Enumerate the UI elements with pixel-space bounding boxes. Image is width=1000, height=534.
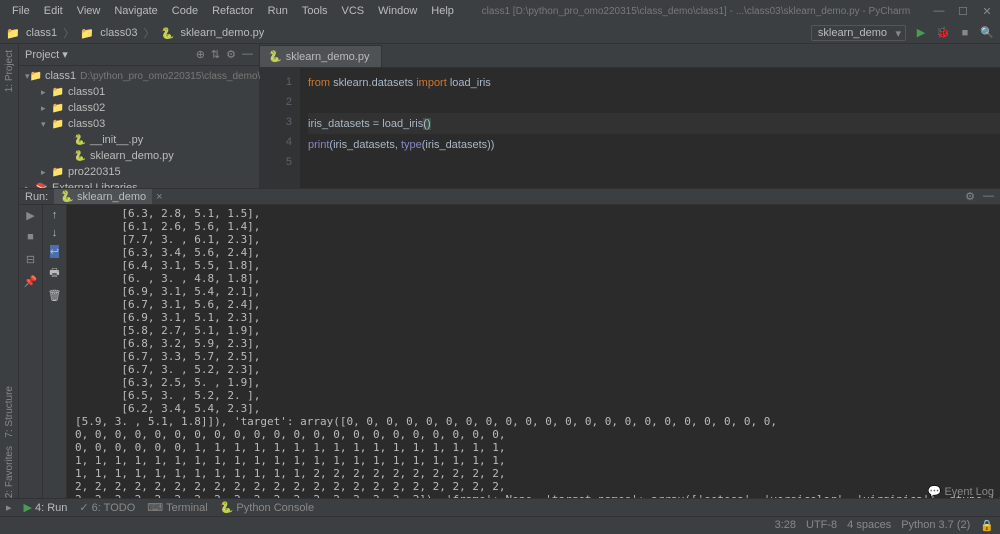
run-config-name: sklearn_demo [818,27,887,39]
close-run-tab-icon[interactable]: × [156,191,162,203]
folder-icon: 📁 [51,165,65,179]
tree-file[interactable]: 🐍 __init__.py [19,132,259,148]
menu-run[interactable]: Run [262,3,294,19]
folder-icon: 📁 [80,27,92,39]
run-config-dropdown[interactable]: sklearn_demo [811,25,906,41]
menu-edit[interactable]: Edit [38,3,69,19]
btab-run[interactable]: ▶4: Run [24,501,68,514]
rail-favorites[interactable]: 2: Favorites [4,446,15,498]
chevron-right-icon: ▸ [41,167,51,178]
editor-tabs: 🐍 sklearn_demo.py [260,44,1000,68]
expand-icon[interactable]: ▸ [6,501,12,514]
rail-structure[interactable]: 7: Structure [4,386,15,438]
tree-folder[interactable]: ▸ 📁 class02 [19,100,259,116]
crumb-project[interactable]: class1 [26,27,57,39]
stop-icon[interactable]: ■ [23,231,39,247]
chevron-right-icon: ▸ [41,87,51,98]
python-file-icon: 🐍 [73,149,87,163]
down-icon[interactable]: ↓ [52,227,58,239]
folder-icon: 📁 [51,85,65,99]
wrap-icon[interactable]: ↩ [50,245,59,258]
tree-folder[interactable]: ▸ 📁 class01 [19,84,259,100]
layout-icon[interactable]: ⊟ [23,253,39,269]
python-file-icon: 🐍 [268,50,282,63]
status-indent[interactable]: 4 spaces [847,519,891,532]
balloon-icon: 💬 [928,485,942,498]
breadcrumbs: 📁 class1 〉 📁 class03 〉 🐍 sklearn_demo.py [6,25,264,41]
btab-todo[interactable]: ✓6: TODO [79,501,135,514]
python-file-icon: 🐍 [160,27,172,39]
status-encoding[interactable]: UTF-8 [806,519,837,532]
search-icon[interactable]: 🔍 [980,26,994,40]
menu-tools[interactable]: Tools [296,3,334,19]
crumb-folder[interactable]: class03 [100,27,137,39]
menu-vcs[interactable]: VCS [336,3,371,19]
folder-icon: 📁 [51,101,65,115]
lock-icon[interactable]: 🔒 [980,519,994,532]
python-file-icon: 🐍 [73,133,87,147]
python-file-icon: 🐍 [60,191,74,203]
chevron-right-icon: 〉 [63,25,74,41]
console-output[interactable]: [6.3, 2.8, 5.1, 1.5], [6.1, 2.6, 5.6, 1.… [67,205,1000,508]
trash-icon[interactable]: 🗑 [48,289,62,302]
run-tab[interactable]: 🐍 sklearn_demo [54,189,152,204]
hide-icon[interactable]: — [242,48,253,61]
gear-icon[interactable]: ⚙ [965,190,975,203]
title-bar: File Edit View Navigate Code Refactor Ru… [0,0,1000,22]
editor-tab[interactable]: 🐍 sklearn_demo.py [260,45,382,67]
crumb-file[interactable]: sklearn_demo.py [180,27,264,39]
sort-icon[interactable]: ⇅ [211,48,220,61]
stop-icon[interactable]: ■ [958,26,972,40]
menu-navigate[interactable]: Navigate [108,3,163,19]
hide-icon[interactable]: — [983,190,994,203]
pin-icon[interactable]: 📌 [23,275,39,291]
tab-label: sklearn_demo.py [286,51,370,63]
window-title: class1 [D:\python_pro_omo220315\class_de… [460,6,932,17]
main-menu: File Edit View Navigate Code Refactor Ru… [6,3,460,19]
debug-icon[interactable]: 🐞 [936,26,950,40]
minimize-icon[interactable]: — [932,5,946,18]
rail-project[interactable]: 1: Project [4,50,15,92]
menu-refactor[interactable]: Refactor [206,3,260,19]
run-label: Run: [25,191,48,203]
menu-view[interactable]: View [71,3,107,19]
folder-icon: 📁 [6,27,18,39]
tree-folder[interactable]: ▸ 📁 pro220315 [19,164,259,180]
status-bar: 3:28 UTF-8 4 spaces Python 3.7 (2) 🔒 [0,516,1000,534]
run-actions-rail: ▶ ■ ⊟ 📌 [19,205,43,508]
folder-icon: 📁 [51,117,65,131]
menu-help[interactable]: Help [425,3,460,19]
folder-icon: 📁 [30,69,42,83]
chevron-right-icon: ▸ [41,103,51,114]
chevron-down-icon: ▾ [41,119,51,130]
tree-file[interactable]: 🐍 sklearn_demo.py [19,148,259,164]
navigation-bar: 📁 class1 〉 📁 class03 〉 🐍 sklearn_demo.py… [0,22,1000,44]
up-icon[interactable]: ↑ [52,209,58,221]
btab-pyconsole[interactable]: 🐍Python Console [220,501,314,514]
status-python[interactable]: Python 3.7 (2) [901,519,970,532]
menu-code[interactable]: Code [166,3,204,19]
maximize-icon[interactable]: ☐ [956,5,970,18]
left-tool-rail: 1: Project 7: Structure 2: Favorites [0,44,19,498]
tree-root[interactable]: ▾ 📁 class1 D:\python_pro_omo220315\class… [19,68,259,84]
status-caret-pos[interactable]: 3:28 [775,519,796,532]
menu-window[interactable]: Window [372,3,423,19]
run-icon[interactable]: ▶ [914,26,928,40]
close-icon[interactable]: ✕ [980,5,994,18]
print-icon[interactable]: 🖶 [49,264,59,283]
pane-title[interactable]: Project ▾ [25,48,196,61]
event-log-button[interactable]: 💬Event Log [928,485,994,498]
console-actions-rail: ↑ ↓ ↩ 🖶 🗑 [43,205,67,508]
gear-icon[interactable]: ⚙ [226,48,236,61]
target-icon[interactable]: ⊕ [196,48,205,61]
chevron-right-icon: 〉 [143,25,154,41]
rerun-icon[interactable]: ▶ [23,209,39,225]
run-tool-window: Run: 🐍 sklearn_demo × ⚙ — ▶ ■ ⊟ 📌 ↑ ↓ ↩ … [19,188,1000,498]
btab-terminal[interactable]: ⌨Terminal [147,501,207,514]
bottom-tool-tabs: ▸ ▶4: Run ✓6: TODO ⌨Terminal 🐍Python Con… [0,498,1000,516]
menu-file[interactable]: File [6,3,36,19]
tree-folder-open[interactable]: ▾ 📁 class03 [19,116,259,132]
